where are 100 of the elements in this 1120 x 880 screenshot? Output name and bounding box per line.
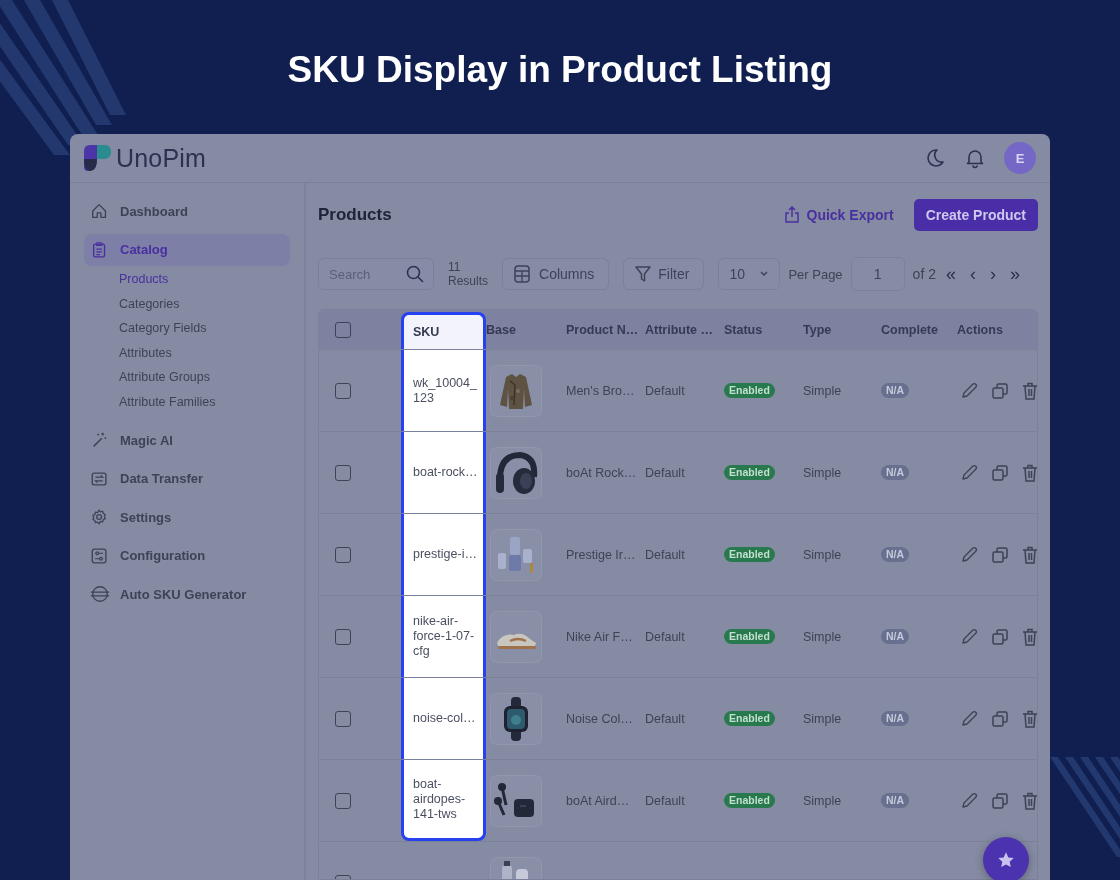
status-badge: Enabled xyxy=(724,629,775,644)
logo-text: UnoPim xyxy=(116,143,207,173)
search-icon xyxy=(405,264,425,284)
edit-icon[interactable] xyxy=(959,790,979,811)
status-badge: Enabled xyxy=(724,711,775,726)
trash-icon[interactable] xyxy=(1021,790,1037,811)
star-icon xyxy=(997,851,1015,869)
row-checkbox[interactable] xyxy=(335,546,351,563)
column-header[interactable]: Complete xyxy=(881,322,938,337)
trash-icon[interactable] xyxy=(1021,380,1037,401)
sidebar-item[interactable]: Dashboard xyxy=(84,195,290,227)
column-header[interactable]: SKU xyxy=(401,312,486,349)
sidebar-item[interactable]: Data Transfer xyxy=(84,462,290,495)
product-name-cell: Nike Air F… xyxy=(566,629,633,644)
column-header[interactable]: Product N… xyxy=(566,322,639,337)
per-page-select[interactable]: 10 xyxy=(718,258,781,290)
select-all-checkbox[interactable] xyxy=(335,321,351,338)
attribute-family-cell: Default xyxy=(645,711,685,726)
type-cell: Simple xyxy=(803,383,842,398)
page-input[interactable]: 1 xyxy=(850,257,905,291)
sidebar-subitem[interactable]: Products xyxy=(119,267,290,292)
type-cell: Simple xyxy=(803,547,842,562)
pagination-button[interactable]: › xyxy=(987,265,998,283)
completeness-badge: N/A xyxy=(881,547,910,562)
page-total: of 2 xyxy=(912,266,936,282)
row-checkbox[interactable] xyxy=(335,628,351,645)
copy-icon[interactable] xyxy=(991,381,1009,400)
edit-icon[interactable] xyxy=(959,544,979,565)
copy-icon[interactable] xyxy=(991,709,1009,728)
sidebar-item[interactable]: Catalog xyxy=(84,233,290,266)
row-checkbox[interactable] xyxy=(335,792,351,809)
banner-title: SKU Display in Product Listing xyxy=(287,48,833,92)
trash-icon[interactable] xyxy=(1021,462,1037,483)
results-label: Results xyxy=(448,274,488,288)
pagination-button[interactable]: ‹ xyxy=(967,265,978,283)
product-name-cell: Prestige Ir… xyxy=(566,547,636,562)
edit-icon[interactable] xyxy=(959,462,979,483)
product-name-cell: Men's Bro… xyxy=(566,383,635,398)
trash-icon[interactable] xyxy=(1021,626,1037,647)
edit-icon[interactable] xyxy=(959,708,979,729)
attribute-family-cell: Default xyxy=(645,465,685,480)
row-checkbox[interactable] xyxy=(335,710,351,727)
trash-icon[interactable] xyxy=(1021,708,1037,729)
sidebar-item[interactable]: Magic AI xyxy=(84,424,290,456)
type-cell: Simple xyxy=(803,793,842,808)
column-header[interactable]: Status xyxy=(724,322,763,337)
create-product-button[interactable]: Create Product xyxy=(913,199,1038,231)
table-icon xyxy=(513,264,533,284)
attribute-family-cell: Default xyxy=(645,383,685,398)
sidebar-subitem[interactable]: Attribute Families xyxy=(119,389,290,414)
column-header[interactable]: Actions xyxy=(957,322,1003,337)
product-name-cell: Noise Col… xyxy=(566,711,633,726)
completeness-badge: N/A xyxy=(881,465,910,480)
status-badge: Enabled xyxy=(724,465,775,480)
completeness-badge: N/A xyxy=(881,383,910,398)
product-name-cell: boAt Rock… xyxy=(566,465,637,480)
filter-button[interactable]: Filter xyxy=(623,258,705,290)
per-page-label: Per Page xyxy=(788,266,843,282)
column-header[interactable]: Attribute … xyxy=(645,322,714,337)
quick-export-button[interactable]: Quick Export xyxy=(782,206,894,224)
sku-cell: nike-air-force-1-07-cfg xyxy=(401,596,486,677)
sidebar-subitem[interactable]: Attribute Groups xyxy=(119,365,290,390)
bell-icon[interactable] xyxy=(964,147,986,169)
row-checkbox[interactable] xyxy=(335,464,351,481)
export-icon xyxy=(782,206,801,224)
moon-icon[interactable] xyxy=(924,147,946,169)
pagination-button[interactable]: « xyxy=(943,265,958,283)
status-badge: Enabled xyxy=(724,793,775,808)
columns-button[interactable]: Columns xyxy=(502,258,610,290)
chevron-icon xyxy=(759,270,770,278)
sidebar-subitem[interactable]: Attributes xyxy=(119,340,290,365)
sku-cell: wk_10004_123 xyxy=(401,350,486,431)
copy-icon[interactable] xyxy=(991,463,1009,482)
product-name-cell: boAt Aird… xyxy=(566,793,630,808)
sidebar-item[interactable]: Configuration xyxy=(84,539,290,572)
type-cell: Simple xyxy=(803,629,842,644)
results-count: 11 xyxy=(448,260,462,274)
attribute-family-cell: Default xyxy=(645,793,685,808)
column-header[interactable]: Base xyxy=(486,322,516,337)
copy-icon[interactable] xyxy=(991,791,1009,810)
completeness-badge: N/A xyxy=(881,793,910,808)
sidebar-item[interactable]: Settings xyxy=(84,501,290,533)
sidebar-subitem[interactable]: Categories xyxy=(119,291,290,316)
copy-icon[interactable] xyxy=(991,545,1009,564)
attribute-family-cell: Default xyxy=(645,547,685,562)
sidebar-subitem[interactable]: Category Fields xyxy=(119,316,290,341)
logo-icon xyxy=(84,145,112,171)
pagination-button[interactable]: » xyxy=(1007,265,1022,283)
sku-cell: boat-rock… xyxy=(401,432,486,513)
edit-icon[interactable] xyxy=(959,626,979,647)
status-badge: Enabled xyxy=(724,383,775,398)
user-avatar[interactable]: E xyxy=(1004,142,1036,174)
edit-icon[interactable] xyxy=(959,380,979,401)
copy-icon[interactable] xyxy=(991,627,1009,646)
attribute-family-cell: Default xyxy=(645,629,685,644)
column-header[interactable]: Type xyxy=(803,322,832,337)
sidebar-item[interactable]: Auto SKU Generator xyxy=(84,578,290,610)
type-cell: Simple xyxy=(803,465,842,480)
trash-icon[interactable] xyxy=(1021,544,1037,565)
row-checkbox[interactable] xyxy=(335,382,351,399)
